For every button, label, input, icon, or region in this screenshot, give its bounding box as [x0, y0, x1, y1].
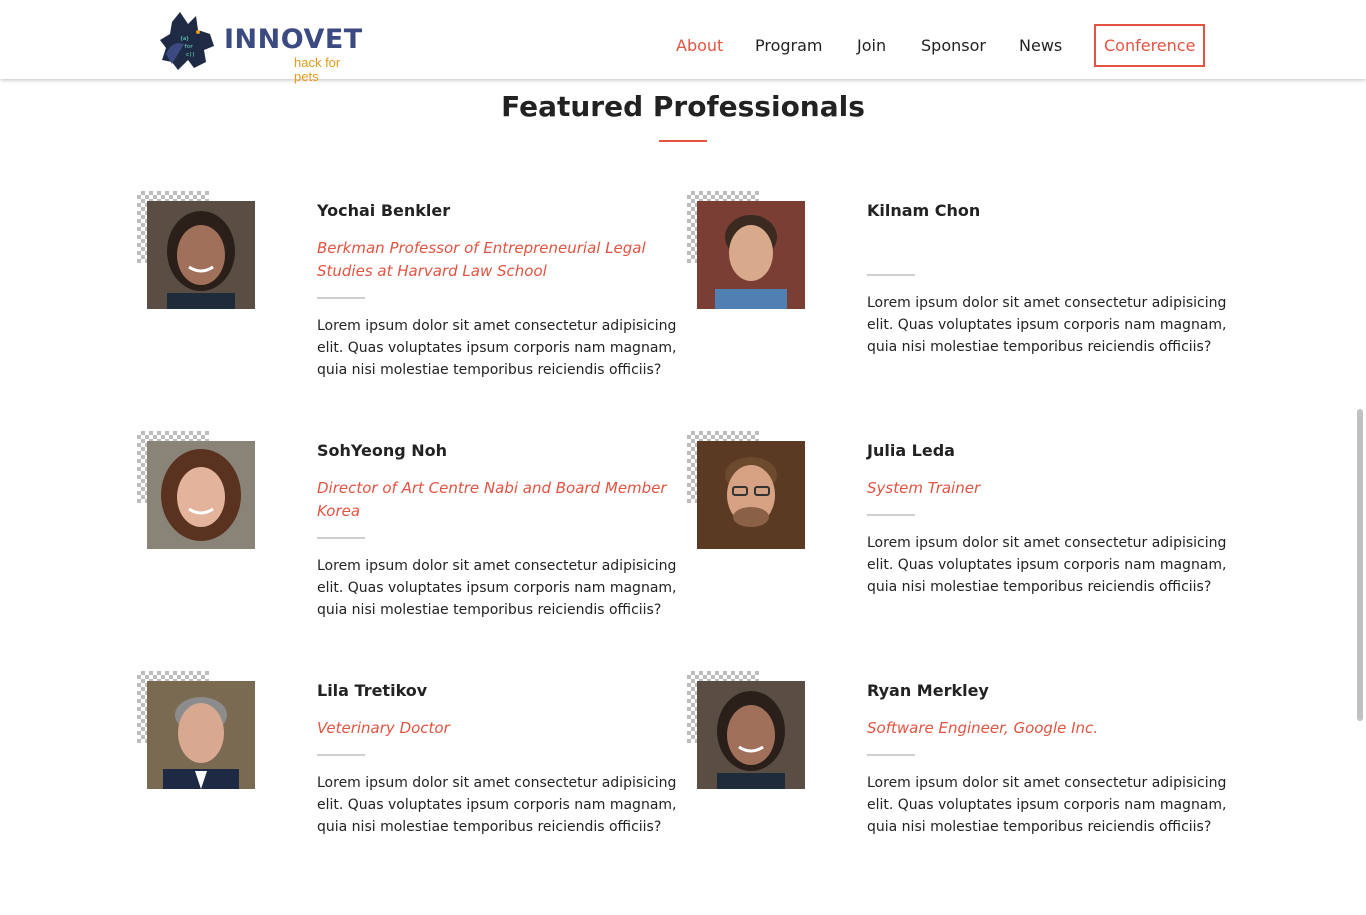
avatar — [147, 681, 255, 789]
site-header: {a} for c() INNOVET hack for pets About … — [0, 0, 1366, 84]
professional-bio: Lorem ipsum dolor sit amet consectetur a… — [317, 318, 677, 378]
professional-role: Software Engineer, Google Inc. — [867, 719, 1099, 737]
professional-info: Julia Leda System Trainer Lorem ipsum do… — [867, 431, 1237, 598]
photo-frame — [137, 191, 257, 311]
divider — [867, 514, 915, 516]
divider — [317, 754, 365, 756]
nav-news[interactable]: News — [1019, 24, 1062, 67]
nav-program[interactable]: Program — [755, 24, 823, 67]
svg-text:{a}: {a} — [180, 36, 189, 42]
professional-card: Julia Leda System Trainer Lorem ipsum do… — [687, 431, 1247, 631]
professional-bio: Lorem ipsum dolor sit amet consectetur a… — [317, 558, 677, 618]
professional-role: System Trainer — [867, 479, 981, 497]
logo-link[interactable]: {a} for c() INNOVET hack for pets — [158, 10, 363, 84]
professional-name: SohYeong Noh — [317, 441, 448, 460]
logo-subtitle: hack for pets — [294, 55, 341, 84]
professional-card: Lila Tretikov Veterinary Doctor Lorem ip… — [137, 671, 697, 871]
section-title: Featured Professionals — [501, 90, 865, 123]
scrollbar-thumb[interactable] — [1357, 409, 1363, 721]
professional-role: Director of Art Centre Nabi and Board Me… — [317, 479, 667, 520]
photo-frame — [137, 431, 257, 551]
nav-about[interactable]: About — [676, 24, 723, 67]
professional-name: Lila Tretikov — [317, 681, 428, 700]
dog-cat-logo-icon: {a} for c() — [160, 12, 214, 70]
svg-text:c(): c() — [186, 52, 195, 58]
professional-role: Berkman Professor of Entrepreneurial Leg… — [317, 239, 646, 280]
avatar — [697, 681, 805, 789]
nav-join[interactable]: Join — [857, 24, 886, 67]
avatar — [147, 201, 255, 309]
title-underline — [659, 140, 707, 142]
avatar — [147, 441, 255, 549]
professional-bio: Lorem ipsum dolor sit amet consectetur a… — [867, 295, 1227, 355]
photo-frame — [687, 671, 807, 791]
professional-info: Yochai Benkler Berkman Professor of Entr… — [317, 191, 687, 381]
professional-name: Yochai Benkler — [317, 201, 451, 220]
professional-bio: Lorem ipsum dolor sit amet consectetur a… — [867, 535, 1227, 595]
photo-frame — [687, 431, 807, 551]
professional-role — [867, 237, 1237, 260]
professional-card: Yochai Benkler Berkman Professor of Entr… — [137, 191, 697, 391]
professional-card: Kilnam Chon Lorem ipsum dolor sit amet c… — [687, 191, 1247, 391]
divider — [317, 537, 365, 539]
nav-sponsor[interactable]: Sponsor — [921, 24, 986, 67]
divider — [867, 274, 915, 276]
photo-frame — [137, 671, 257, 791]
divider — [867, 754, 915, 756]
professional-name: Julia Leda — [867, 441, 955, 460]
professional-card: Ryan Merkley Software Engineer, Google I… — [687, 671, 1247, 871]
avatar — [697, 201, 805, 309]
professional-card: SohYeong Noh Director of Art Centre Nabi… — [137, 431, 697, 631]
professional-info: Lila Tretikov Veterinary Doctor Lorem ip… — [317, 671, 687, 838]
professional-info: SohYeong Noh Director of Art Centre Nabi… — [317, 431, 687, 621]
photo-frame — [687, 191, 807, 311]
svg-text:for: for — [184, 44, 193, 50]
professional-info: Kilnam Chon Lorem ipsum dolor sit amet c… — [867, 191, 1237, 358]
conference-button[interactable]: Conference — [1094, 24, 1206, 67]
avatar — [697, 441, 805, 549]
professional-name: Ryan Merkley — [867, 681, 989, 700]
professional-name: Kilnam Chon — [867, 201, 981, 220]
professional-role: Veterinary Doctor — [317, 719, 450, 737]
divider — [317, 297, 365, 299]
professional-bio: Lorem ipsum dolor sit amet consectetur a… — [867, 775, 1227, 835]
professional-info: Ryan Merkley Software Engineer, Google I… — [867, 671, 1237, 838]
logo-title: INNOVET — [224, 24, 363, 55]
professional-bio: Lorem ipsum dolor sit amet consectetur a… — [317, 775, 677, 835]
